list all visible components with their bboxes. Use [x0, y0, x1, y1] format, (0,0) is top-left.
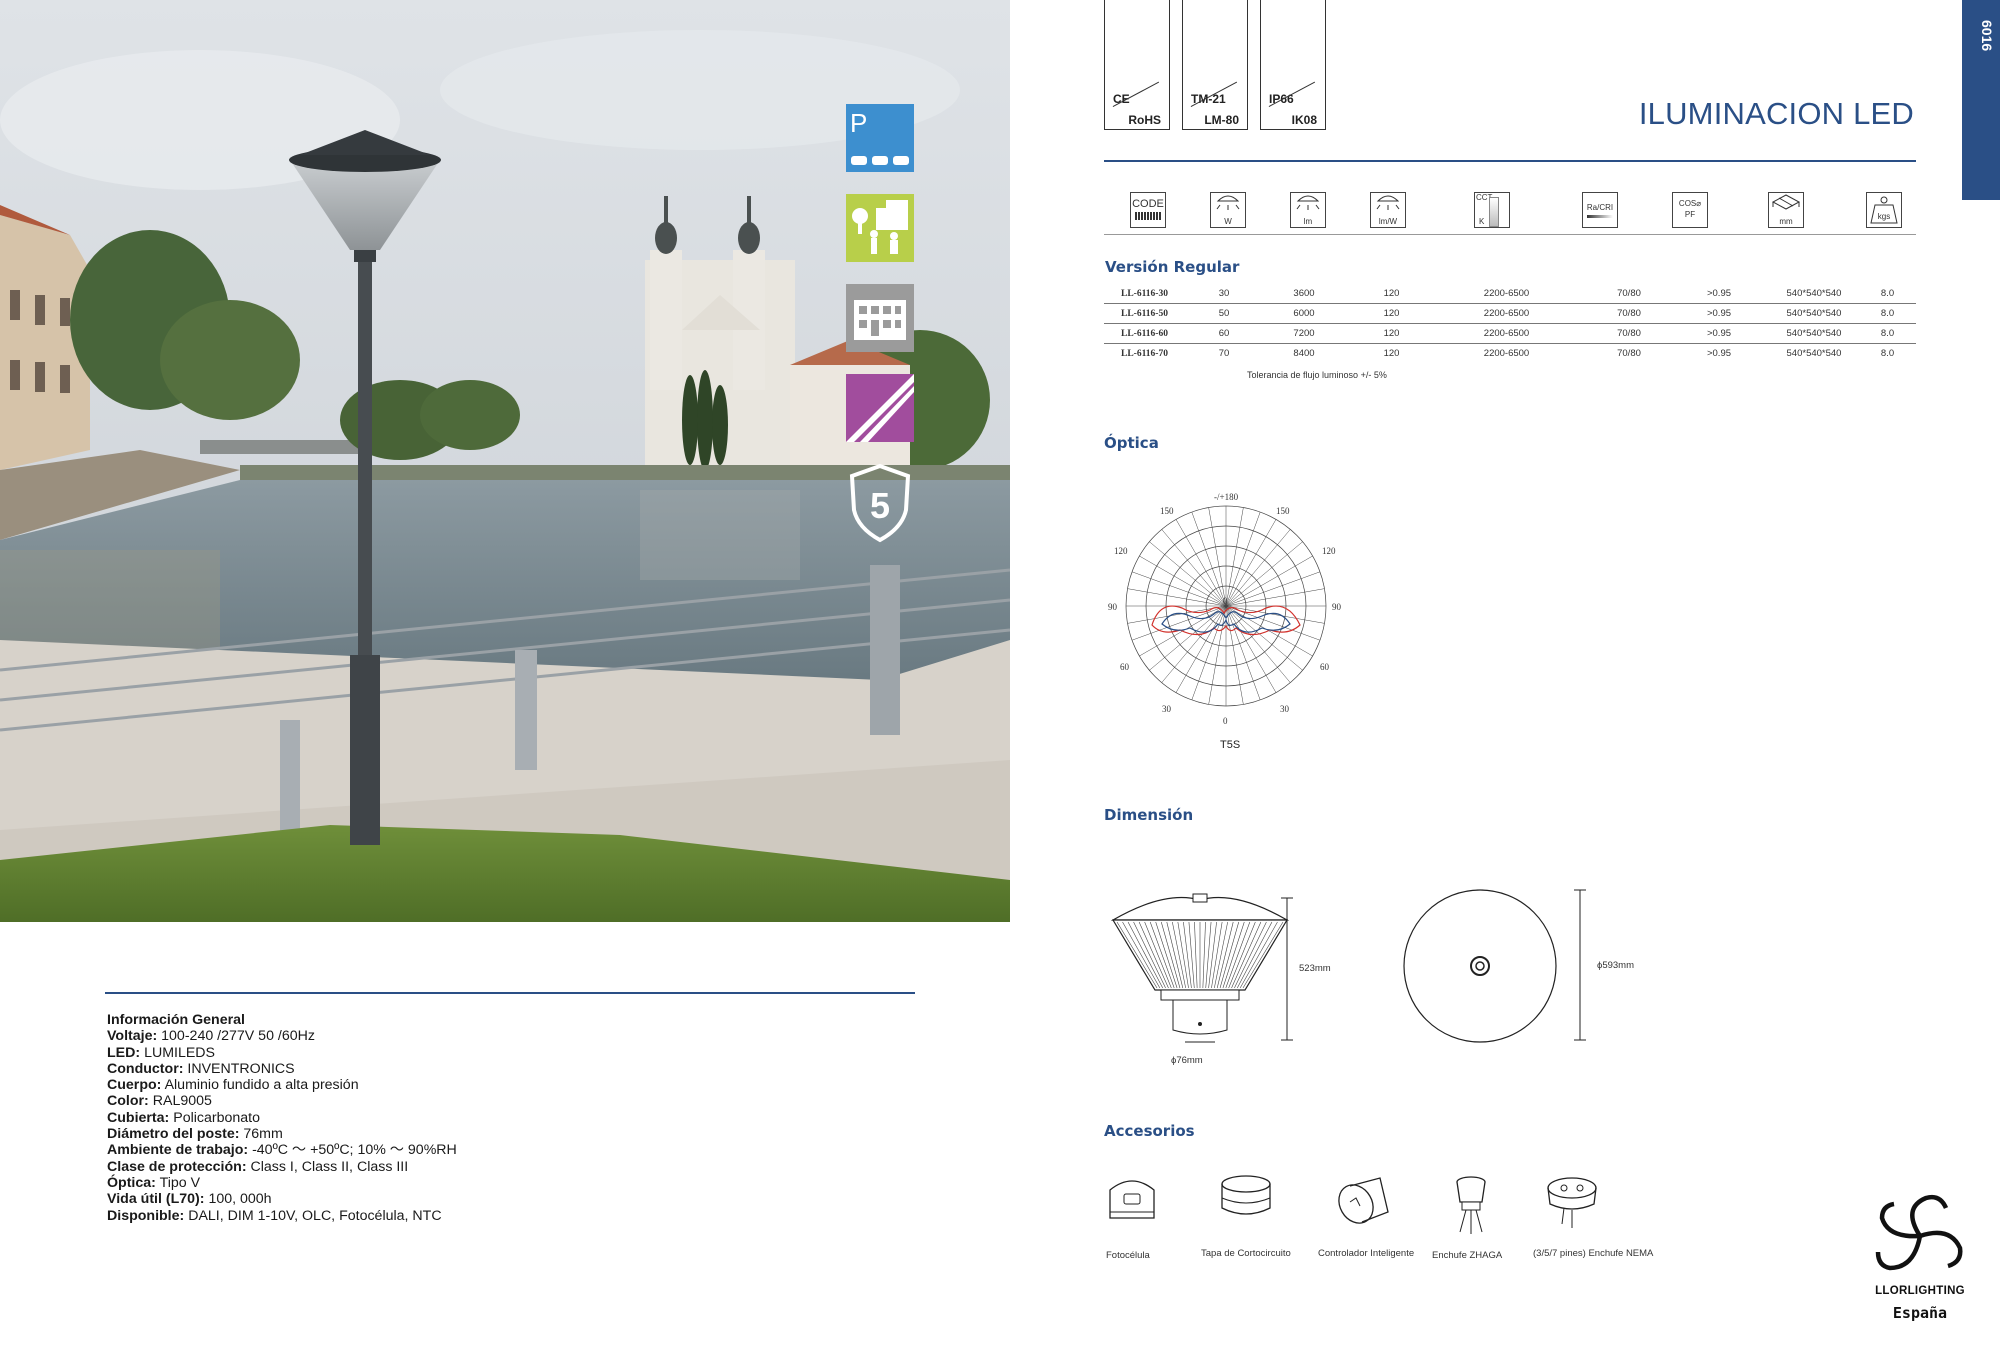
parking-letter: P [850, 108, 867, 138]
info-row-protection-class: Clase de protección: Class I, Class II, … [107, 1158, 409, 1175]
info-row-color: Color: RAL9005 [107, 1093, 212, 1110]
svg-text:120: 120 [1322, 546, 1336, 556]
table-row: LL-6116-70 70 8400 120 2200-6500 70/80 >0.95 54… [1121, 348, 1895, 359]
table-row: LL-6116-50 50 6000 120 2200-6500 70/80 >0.95 54… [1104, 303, 1916, 324]
dimensions-icon: mm [1768, 192, 1804, 228]
table-row: LL-6116-30 30 3600 120 2200-6500 70/80 >0.95 54… [1104, 284, 1916, 304]
optics-type: T5S [1220, 739, 1241, 751]
svg-text:30: 30 [1280, 704, 1290, 714]
weight-icon: kgs [1866, 192, 1902, 228]
info-row-driver: Conductor: INVENTRONICS [107, 1060, 295, 1077]
page-number-tab: 6016 [1962, 0, 2000, 200]
power-factor-icon: COS⌀ PF [1672, 192, 1708, 228]
lumen-icon: lm [1290, 192, 1326, 228]
code-icon: CODE [1130, 192, 1166, 228]
optics-title: Óptica [1104, 434, 1159, 452]
pedestrian-street-icon [846, 194, 914, 262]
page-title: ILUMINACION LED [1638, 96, 1914, 131]
svg-text:60: 60 [1320, 662, 1330, 672]
cert-ce-rohs: CE RoHS [1104, 0, 1170, 130]
shorting-cap-icon [1216, 1172, 1276, 1237]
info-row-pole-diameter: Diámetro del poste: 76mm [107, 1126, 283, 1143]
svg-text:90: 90 [1108, 602, 1118, 612]
polar-diagram: -/+180 150 150 120 120 90 90 60 60 30 30… [1100, 488, 1350, 743]
cert-tm21-lm80: TM-21 LM-80 [1182, 0, 1248, 130]
page-number: 6016 [1979, 20, 1995, 52]
dimension-height: 523mm [1299, 963, 1331, 974]
info-row-available: Disponible: DALI, DIM 1-10V, OLC, Fotocé… [107, 1207, 442, 1224]
efficacy-icon: lm/W [1370, 192, 1406, 228]
svg-text:-/+180: -/+180 [1214, 492, 1239, 502]
spec-header-divider [1104, 234, 1916, 235]
warranty-shield-icon: 5 [846, 462, 914, 544]
flux-tolerance-note: Tolerancia de flujo luminoso +/- 5% [1247, 370, 1387, 380]
version-title: Versión Regular [1105, 258, 1240, 276]
accessory-label-smart-controller: Controlador Inteligente [1318, 1248, 1415, 1259]
power-icon: W [1210, 192, 1246, 228]
info-row-optics: Óptica: Tipo V [107, 1174, 201, 1191]
smart-controller-icon [1332, 1172, 1392, 1237]
cert-ip66-ik08: IP66 IK08 [1260, 0, 1326, 130]
dimension-diameter: ϕ593mm [1597, 960, 1634, 971]
info-row-lifetime: Vida útil (L70): 100, 000h [107, 1191, 272, 1208]
brand-name: LLORLIGHTING [1875, 1285, 1965, 1297]
svg-text:90: 90 [1332, 602, 1342, 612]
general-info-heading: Información General [107, 1012, 245, 1028]
svg-text:0: 0 [1223, 596, 1228, 606]
warranty-years: 5 [870, 485, 890, 526]
svg-text:0: 0 [1223, 716, 1228, 726]
accessory-label-zhaga: Enchufe ZHAGA [1432, 1250, 1503, 1261]
dimension-title: Dimensión [1104, 806, 1194, 824]
accessory-label-nema: (3/5/7 pines) Enchufe NEMA [1533, 1248, 1654, 1259]
accessory-label-photocell: Fotocélula [1106, 1250, 1150, 1261]
brand-country: España [1892, 1304, 1948, 1322]
svg-text:60: 60 [1120, 662, 1130, 672]
accessories-title: Accesorios [1104, 1122, 1195, 1140]
photocell-icon [1104, 1172, 1160, 1237]
brand-logo-icon [1868, 1188, 1972, 1289]
header-divider [1104, 160, 1916, 162]
front-dimension-drawing: 523mm ϕ76mm [1105, 880, 1331, 1075]
info-row-led: LED: LUMILEDS [107, 1044, 216, 1061]
accessory-label-shorting-cap: Tapa de Cortocircuito [1201, 1248, 1291, 1259]
cct-icon: CCT K [1474, 192, 1510, 228]
svg-text:150: 150 [1160, 506, 1174, 516]
info-row-cover: Cubierta: Policarbonato [107, 1109, 260, 1126]
table-row: LL-6116-60 60 7200 120 2200-6500 70/80 >0.95 54… [1104, 323, 1916, 344]
parking-icon: P [846, 104, 914, 172]
info-row-voltage: Voltaje: 100-240 /277V 50 /60Hz [107, 1028, 315, 1045]
cri-icon: Ra/CRI [1582, 192, 1618, 228]
info-row-body: Cuerpo: Aluminio fundido a alta presión [107, 1077, 359, 1094]
top-dimension-drawing: ϕ593mm [1395, 880, 1634, 1055]
road-icon [846, 374, 914, 442]
general-info: Información General Voltaje: 100-240 /27… [107, 1012, 457, 1224]
building-icon [846, 284, 914, 352]
spec-table: LL-6116-30 30 3600 120 2200-6500 70/80 >0.95 54… [1104, 284, 1916, 363]
svg-text:30: 30 [1162, 704, 1172, 714]
svg-text:150: 150 [1276, 506, 1290, 516]
zhaga-socket-icon [1446, 1172, 1496, 1243]
dimension-pole: ϕ76mm [1171, 1055, 1203, 1066]
svg-text:120: 120 [1114, 546, 1128, 556]
nema-socket-icon [1542, 1172, 1602, 1237]
info-row-ambient: Ambiente de trabajo: -40ºC ～ +50ºC; 10% … [107, 1142, 457, 1159]
info-divider [105, 992, 915, 994]
